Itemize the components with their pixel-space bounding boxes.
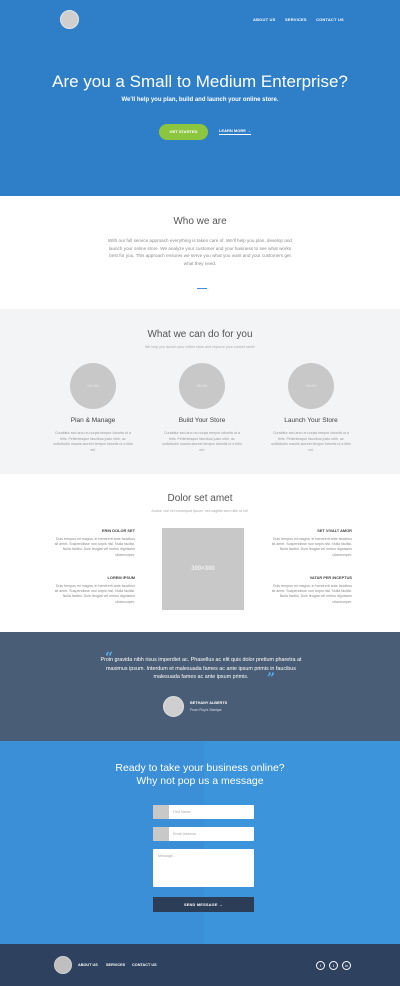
linkedin-icon[interactable]: in (342, 961, 351, 970)
footer-services-link[interactable]: SERVICES (106, 963, 125, 967)
get-started-button[interactable]: GET STARTED (159, 124, 208, 140)
features-image: 300×300 (162, 528, 244, 610)
who-title: Who we are (173, 216, 227, 227)
feature-text-4: Duis tempus mi magna, in hendrerit ante … (271, 584, 352, 604)
nav-about-link[interactable]: ABOUT US (253, 17, 276, 22)
footer-contact-link[interactable]: CONTACT US (132, 963, 157, 967)
feature-title-4: VATAR PER INCEPTUS (309, 575, 352, 580)
learn-more-link[interactable]: LEARN MORE → (219, 128, 251, 135)
testimonial-name: BETHANY ALBERTS (190, 701, 228, 705)
service-image-build: 96×96 (179, 363, 225, 409)
footer-logo[interactable] (54, 956, 72, 974)
avatar (163, 696, 184, 717)
features-title: Dolor set amet (167, 493, 233, 504)
nav-contact-link[interactable]: CONTACT US (316, 17, 344, 22)
contact-title: Ready to take your business online? Why … (0, 762, 400, 788)
services-subtitle: We help you launch your online store and… (144, 345, 255, 349)
contact-title-line2: Why not pop us a message (136, 775, 264, 787)
send-message-button[interactable]: SEND MESSAGE → (153, 897, 254, 912)
feature-text-3: Duis tempus mi magna, in hendrerit ante … (271, 537, 352, 557)
close-quote-icon: ” (267, 671, 276, 687)
message-placeholder: Message... (158, 854, 176, 858)
service-image-launch: 96×96 (288, 363, 334, 409)
feature-title-3: SET VIVALT AMOR (317, 528, 352, 533)
name-field[interactable]: First Name (153, 805, 254, 819)
facebook-icon[interactable]: f (316, 961, 325, 970)
email-field[interactable]: Email Address (153, 827, 254, 841)
hero-subtitle: We'll help you plan, build and launch yo… (121, 97, 279, 103)
service-image-plan: 96×96 (70, 363, 116, 409)
hero-title: Are you a Small to Medium Enterprise? (52, 72, 348, 91)
footer-about-link[interactable]: ABOUT US (78, 963, 98, 967)
feature-text-2: Duis tempus mi magna, in hendrerit ante … (54, 584, 135, 604)
service-title-build: Build Your Store (178, 417, 226, 424)
feature-text-1: Duis tempus mi magna, in hendrerit ante … (54, 537, 135, 557)
email-placeholder: Email Address (173, 832, 196, 836)
testimonial-section (0, 632, 400, 741)
twitter-icon[interactable]: t (329, 961, 338, 970)
nav-services-link[interactable]: SERVICES (285, 17, 307, 22)
feature-title-2: LOREM IPSUM (107, 575, 135, 580)
message-field[interactable]: Message... (153, 849, 254, 887)
name-placeholder: First Name (173, 810, 191, 814)
service-text-launch: Curabitur sed arcu eu turpis tempor lobo… (271, 431, 351, 452)
feature-title-1: ERIN DOLOR SET (101, 528, 135, 533)
service-title-launch: Launch Your Store (284, 417, 338, 424)
features-subtitle: Auctor, nisl vel consequat ipsum, nec sa… (151, 509, 249, 513)
services-title: What we can do for you (147, 329, 253, 340)
testimonial-role: From Roy's Stamps (190, 708, 222, 712)
service-title-plan: Plan & Manage (70, 417, 116, 424)
section-divider (197, 288, 207, 289)
contact-title-line1: Ready to take your business online? (115, 762, 285, 774)
service-text-build: Curabitur sed arcu eu turpis tempor lobo… (162, 431, 242, 452)
user-icon (153, 805, 169, 819)
email-icon (153, 827, 169, 841)
service-text-plan: Curabitur sed arcu eu turpis tempor lobo… (53, 431, 133, 452)
who-body: With our full service approach everythin… (108, 238, 292, 267)
logo[interactable] (60, 10, 79, 29)
